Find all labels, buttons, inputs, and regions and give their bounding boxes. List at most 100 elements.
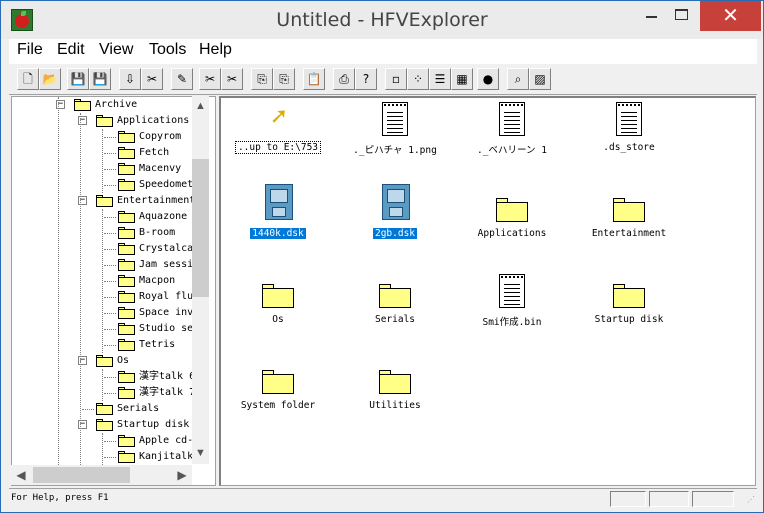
file-item-label: .ds_store bbox=[574, 142, 684, 153]
scroll-down-icon[interactable]: ▼ bbox=[192, 445, 209, 462]
tree-node-label: Os bbox=[117, 355, 130, 366]
tree-node-label: Startup disk bbox=[117, 419, 190, 430]
disk-image-icon bbox=[265, 184, 293, 220]
file-item[interactable]: ._ベハリーン 1 bbox=[457, 102, 567, 164]
paste-button[interactable]: 📋 bbox=[303, 68, 325, 90]
tree-connector bbox=[104, 185, 116, 186]
close-button[interactable]: ✕ bbox=[700, 1, 761, 31]
tree-connector bbox=[104, 345, 116, 346]
file-item[interactable]: Smi作成.bin bbox=[457, 274, 567, 336]
file-item-label: Startup disk bbox=[574, 314, 684, 325]
folder-icon bbox=[74, 99, 91, 111]
tree-vertical-scrollbar[interactable]: ▲ ▼ bbox=[192, 96, 209, 464]
menu-file[interactable]: File bbox=[17, 41, 43, 59]
maximize-icon bbox=[675, 9, 688, 20]
status-panel-1 bbox=[610, 491, 646, 507]
tree-node-label: Applications bbox=[117, 115, 190, 126]
unmount-button[interactable]: ✂ bbox=[141, 68, 163, 90]
file-item[interactable]: Utilities bbox=[340, 362, 450, 422]
list-button[interactable]: ☰ bbox=[429, 68, 451, 90]
file-item[interactable]: 2gb.dsk bbox=[340, 184, 450, 250]
status-bar: For Help, press F1 ⋰ bbox=[9, 488, 757, 508]
save-button[interactable]: 💾 bbox=[67, 68, 89, 90]
unmount-icon: ✂ bbox=[146, 72, 158, 86]
tree-connector bbox=[104, 441, 116, 442]
scroll-left-icon[interactable]: ◀ bbox=[11, 465, 31, 485]
menu-tools[interactable]: Tools bbox=[149, 41, 186, 59]
menu-view[interactable]: View bbox=[99, 41, 133, 59]
print-button[interactable]: ⎙ bbox=[333, 68, 355, 90]
scroll-right-icon[interactable]: ▶ bbox=[172, 465, 192, 485]
file-item[interactable]: ._ピハチャ 1.png bbox=[340, 102, 450, 164]
copy-all-button[interactable]: ⎘ bbox=[273, 68, 295, 90]
cut-button[interactable]: ✂ bbox=[199, 68, 221, 90]
tree-connector bbox=[104, 329, 116, 330]
title-bar[interactable]: Untitled - HFVExplorer ✕ bbox=[1, 1, 763, 39]
tree-vscroll-thumb[interactable] bbox=[192, 159, 209, 297]
folder-tree[interactable]: − Archive − Applications Copyrom Fetch Macenvy… bbox=[11, 96, 216, 486]
copy-button[interactable]: ⎘ bbox=[251, 68, 273, 90]
resize-grip-icon[interactable]: ⋰ bbox=[747, 495, 756, 504]
save-as-button[interactable]: 💾 bbox=[89, 68, 111, 90]
paste-icon: 📋 bbox=[306, 72, 322, 86]
file-item[interactable]: 1440k.dsk bbox=[223, 184, 333, 250]
large-buttons-icon[interactable]: ▫ bbox=[385, 68, 407, 90]
help-button[interactable]: ? bbox=[355, 68, 377, 90]
tree-node-label: Aquazone bbox=[139, 211, 188, 222]
file-view[interactable]: ➚ ..up to E:\753 ._ピハチャ 1.png ._ベハリーン 1 .ds_… bbox=[219, 96, 756, 486]
tree-connector bbox=[104, 265, 116, 266]
small-buttons-icon[interactable]: ⁘ bbox=[407, 68, 429, 90]
file-name: Applications bbox=[477, 228, 547, 239]
help-icon: ? bbox=[362, 72, 370, 86]
application-window: Untitled - HFVExplorer ✕ File Edit View … bbox=[0, 0, 764, 513]
file-item[interactable]: Startup disk bbox=[574, 276, 684, 336]
properties-icon: ✎ bbox=[176, 72, 188, 86]
folder-icon bbox=[96, 419, 113, 431]
tree-connector bbox=[104, 169, 116, 170]
file-item-label: 2gb.dsk bbox=[340, 228, 450, 239]
file-item[interactable]: System folder bbox=[223, 362, 333, 422]
mac-apple-button[interactable]: ● bbox=[477, 68, 499, 90]
file-item[interactable]: Applications bbox=[457, 190, 567, 250]
folder-icon bbox=[118, 451, 135, 463]
file-item-label: ._ベハリーン 1 bbox=[457, 142, 567, 156]
graph-button[interactable]: ▨ bbox=[529, 68, 551, 90]
file-item[interactable]: ➚ ..up to E:\753 bbox=[223, 104, 333, 164]
open-button[interactable]: 📂 bbox=[39, 68, 61, 90]
cut-icon: ✂ bbox=[204, 72, 216, 86]
details-icon: ▦ bbox=[456, 72, 468, 86]
tree-node-label: Tetris bbox=[139, 339, 176, 350]
file-name: ._ベハリーン 1 bbox=[477, 145, 547, 156]
file-item[interactable]: Entertainment bbox=[574, 190, 684, 250]
file-item-label: Entertainment bbox=[574, 228, 684, 239]
folder-icon bbox=[118, 387, 135, 399]
details-button[interactable]: ▦ bbox=[451, 68, 473, 90]
file-item[interactable]: .ds_store bbox=[574, 102, 684, 164]
tree-horizontal-scrollbar[interactable]: ◀ ▶ bbox=[11, 465, 192, 485]
folder-icon bbox=[118, 179, 135, 191]
folder-icon bbox=[118, 147, 135, 159]
tree-guide-line bbox=[102, 209, 103, 353]
properties-button[interactable]: ✎ bbox=[171, 68, 193, 90]
minimize-icon bbox=[646, 16, 657, 18]
tree-hscroll-thumb[interactable] bbox=[33, 467, 130, 483]
menu-help[interactable]: Help bbox=[199, 41, 232, 59]
file-item[interactable]: Os bbox=[223, 276, 333, 336]
file-name: 1440k.dsk bbox=[250, 228, 306, 239]
file-item[interactable]: Serials bbox=[340, 276, 450, 336]
maximize-button[interactable] bbox=[667, 1, 697, 31]
copy-icon: ⎘ bbox=[257, 72, 267, 86]
folder-icon bbox=[118, 371, 135, 383]
menu-edit[interactable]: Edit bbox=[57, 41, 85, 59]
scroll-up-icon[interactable]: ▲ bbox=[192, 98, 209, 115]
graph-icon: ▨ bbox=[534, 72, 546, 86]
mac-apple-icon: ● bbox=[482, 72, 494, 86]
search-button[interactable]: ⌕ bbox=[507, 68, 529, 90]
tree-node-label: Archive bbox=[95, 99, 138, 110]
new-button[interactable]: 🗋 bbox=[17, 68, 39, 90]
mount-button[interactable]: ⇩ bbox=[119, 68, 141, 90]
status-text: For Help, press F1 bbox=[11, 493, 109, 503]
cut-all-button[interactable]: ✂ bbox=[221, 68, 243, 90]
tree-node-label: Fetch bbox=[139, 147, 170, 158]
minimize-button[interactable] bbox=[637, 1, 667, 31]
